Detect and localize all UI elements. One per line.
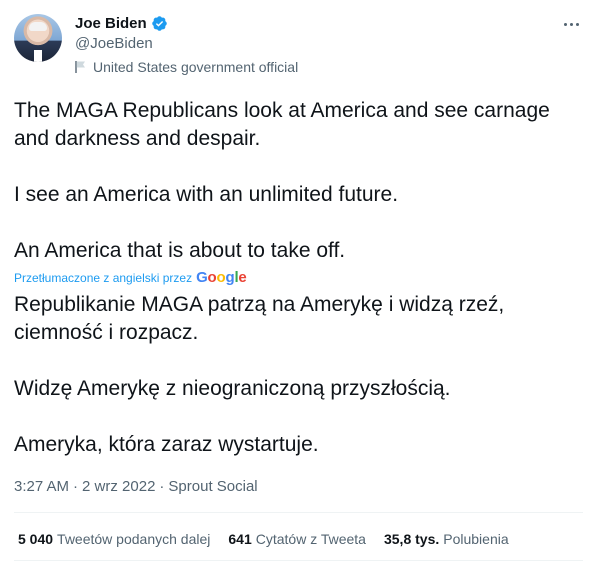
quotes-stat[interactable]: 641 Cytatów z Tweeta bbox=[228, 531, 366, 547]
translation-attribution-text: Przetłumaczone z angielski przez bbox=[14, 270, 193, 285]
verified-badge-icon bbox=[151, 15, 167, 31]
tweet-source[interactable]: Sprout Social bbox=[168, 478, 257, 495]
separator: · bbox=[159, 478, 165, 495]
tweet-stats: 5 040 Tweetów podanych dalej 641 Cytatów… bbox=[18, 531, 527, 547]
quotes-count: 641 bbox=[228, 531, 252, 547]
divider bbox=[14, 512, 583, 513]
tweet-paragraph: An America that is about to take off. bbox=[14, 239, 346, 262]
tweet: Joe Biden @JoeBiden United States govern… bbox=[0, 0, 597, 561]
avatar[interactable] bbox=[14, 14, 62, 62]
author-name-row: Joe Biden bbox=[75, 13, 168, 33]
likes-label: Polubienia bbox=[443, 531, 509, 547]
google-logo: Google bbox=[196, 269, 247, 286]
author-name[interactable]: Joe Biden bbox=[75, 15, 147, 32]
retweets-stat[interactable]: 5 040 Tweetów podanych dalej bbox=[18, 531, 210, 547]
government-label-text: United States government official bbox=[93, 59, 299, 75]
translated-paragraph: Ameryka, która zaraz wystartuje. bbox=[14, 433, 319, 456]
more-icon[interactable] bbox=[561, 14, 581, 34]
quotes-label: Cytatów z Tweeta bbox=[255, 531, 366, 547]
translated-text: Republikanie MAGA patrzą na Amerykę i wi… bbox=[14, 291, 584, 459]
retweets-label: Tweetów podanych dalej bbox=[57, 531, 211, 547]
tweet-paragraph: The MAGA Republicans look at America and… bbox=[14, 99, 550, 150]
translated-paragraph: Widzę Amerykę z nieograniczoną przyszłoś… bbox=[14, 377, 451, 400]
likes-stat[interactable]: 35,8 tys. Polubienia bbox=[384, 531, 509, 547]
likes-count: 35,8 tys. bbox=[383, 531, 440, 547]
translation-attribution[interactable]: Przetłumaczone z angielski przez Google bbox=[14, 269, 247, 286]
tweet-paragraph: I see an America with an unlimited futur… bbox=[14, 183, 399, 206]
tweet-text: The MAGA Republicans look at America and… bbox=[14, 97, 584, 265]
author-handle[interactable]: @JoeBiden bbox=[75, 35, 153, 52]
tweet-time[interactable]: 3:27 AM bbox=[14, 478, 69, 495]
flag-icon bbox=[75, 61, 85, 73]
separator: · bbox=[73, 478, 79, 495]
tweet-date[interactable]: 2 wrz 2022 bbox=[82, 478, 155, 495]
retweets-count: 5 040 bbox=[18, 531, 54, 547]
translated-paragraph: Republikanie MAGA patrzą na Amerykę i wi… bbox=[14, 293, 505, 344]
government-label: United States government official bbox=[75, 59, 298, 75]
tweet-meta: 3:27 AM · 2 wrz 2022 · Sprout Social bbox=[14, 478, 258, 495]
